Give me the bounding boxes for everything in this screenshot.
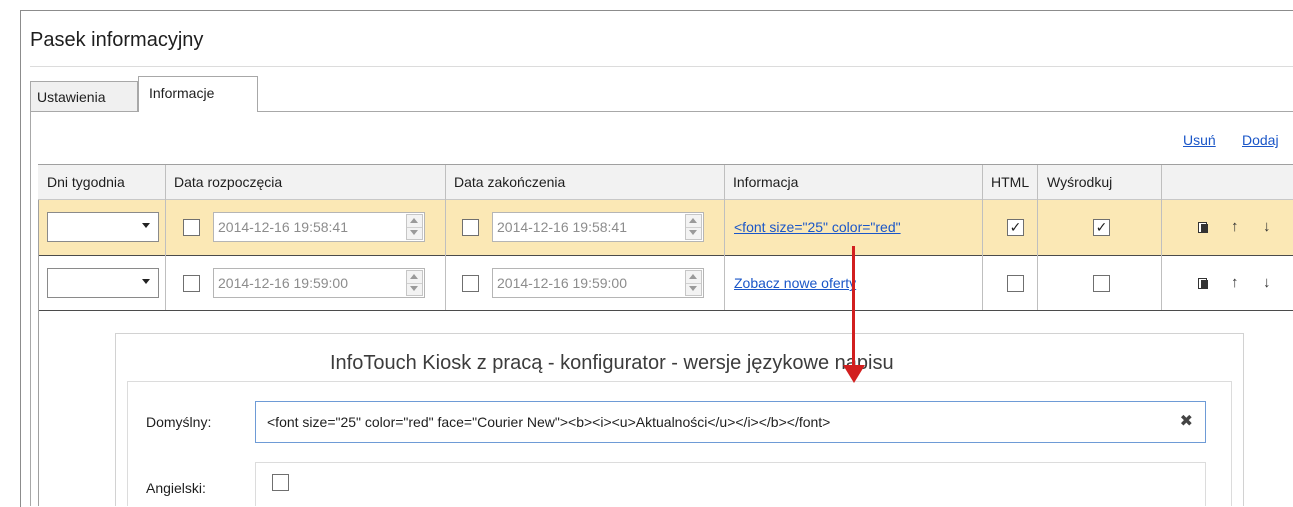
- spinner-icon[interactable]: [406, 270, 423, 296]
- add-link[interactable]: Dodaj: [1242, 132, 1279, 148]
- col-header-info[interactable]: Informacja: [726, 165, 798, 199]
- end-datetime-value-2: 2014-12-16 19:59:00: [497, 275, 627, 291]
- column-divider: [982, 165, 983, 310]
- start-datetime-value-1: 2014-12-16 19:58:41: [218, 219, 348, 235]
- end-enable-checkbox-2[interactable]: [462, 275, 479, 292]
- page-title: Pasek informacyjny: [30, 29, 204, 51]
- arrow-up-icon[interactable]: ↑: [1231, 275, 1239, 291]
- chevron-down-icon: [142, 223, 150, 228]
- col-header-center[interactable]: Wyśrodkuj: [1040, 165, 1112, 199]
- start-datetime-2[interactable]: 2014-12-16 19:59:00: [213, 268, 425, 298]
- delete-link[interactable]: Usuń: [1183, 132, 1216, 148]
- end-enable-checkbox-1[interactable]: [462, 219, 479, 236]
- spinner-icon[interactable]: [406, 214, 423, 240]
- tab-informacje[interactable]: Informacje: [138, 76, 258, 112]
- end-datetime-value-1: 2014-12-16 19:58:41: [497, 219, 627, 235]
- english-label: Angielski:: [146, 480, 206, 496]
- end-datetime-1[interactable]: 2014-12-16 19:58:41: [492, 212, 704, 242]
- html-checkbox-2[interactable]: [1007, 275, 1024, 292]
- column-divider: [724, 165, 725, 310]
- arrow-down-icon[interactable]: ↓: [1263, 219, 1271, 235]
- arrow-down-icon[interactable]: ↓: [1263, 275, 1271, 291]
- day-combo-2[interactable]: [47, 268, 159, 298]
- col-header-days[interactable]: Dni tygodnia: [40, 165, 125, 199]
- annotation-arrow-line: [852, 246, 855, 367]
- column-divider: [445, 165, 446, 310]
- default-label: Domyślny:: [146, 414, 212, 430]
- end-datetime-2[interactable]: 2014-12-16 19:59:00: [492, 268, 704, 298]
- column-divider: [1037, 165, 1038, 310]
- column-divider: [1161, 165, 1162, 310]
- day-combo-1[interactable]: [47, 212, 159, 242]
- col-header-html[interactable]: HTML: [984, 165, 1029, 199]
- chevron-down-icon: [142, 279, 150, 284]
- column-divider: [165, 165, 166, 310]
- copy-icon[interactable]: [1198, 278, 1209, 289]
- english-checkbox[interactable]: [272, 474, 289, 491]
- start-enable-checkbox-1[interactable]: [183, 219, 200, 236]
- arrow-up-icon[interactable]: ↑: [1231, 219, 1239, 235]
- default-text-input[interactable]: <font size="25" color="red" face="Courie…: [255, 401, 1206, 443]
- tab-ustawienia[interactable]: Ustawienia: [30, 81, 138, 112]
- html-checkbox-1[interactable]: ✓: [1007, 219, 1024, 236]
- grid-left-border: [38, 311, 39, 506]
- col-header-end[interactable]: Data zakończenia: [447, 165, 565, 199]
- annotation-arrow-head: [843, 365, 865, 383]
- default-text-value: <font size="25" color="red" face="Courie…: [267, 414, 831, 430]
- col-header-start[interactable]: Data rozpoczęcia: [167, 165, 282, 199]
- dialog-title: InfoTouch Kiosk z pracą - konfigurator -…: [330, 352, 894, 374]
- title-divider: [30, 66, 1293, 67]
- start-datetime-1[interactable]: 2014-12-16 19:58:41: [213, 212, 425, 242]
- center-checkbox-1[interactable]: ✓: [1093, 219, 1110, 236]
- start-enable-checkbox-2[interactable]: [183, 275, 200, 292]
- close-icon[interactable]: ✖: [1180, 402, 1193, 442]
- copy-icon[interactable]: [1198, 222, 1209, 233]
- spinner-icon[interactable]: [685, 270, 702, 296]
- start-datetime-value-2: 2014-12-16 19:59:00: [218, 275, 348, 291]
- info-link-1[interactable]: <font size="25" color="red": [734, 219, 974, 235]
- center-checkbox-2[interactable]: [1093, 275, 1110, 292]
- spinner-icon[interactable]: [685, 214, 702, 240]
- english-text-input[interactable]: [255, 462, 1206, 506]
